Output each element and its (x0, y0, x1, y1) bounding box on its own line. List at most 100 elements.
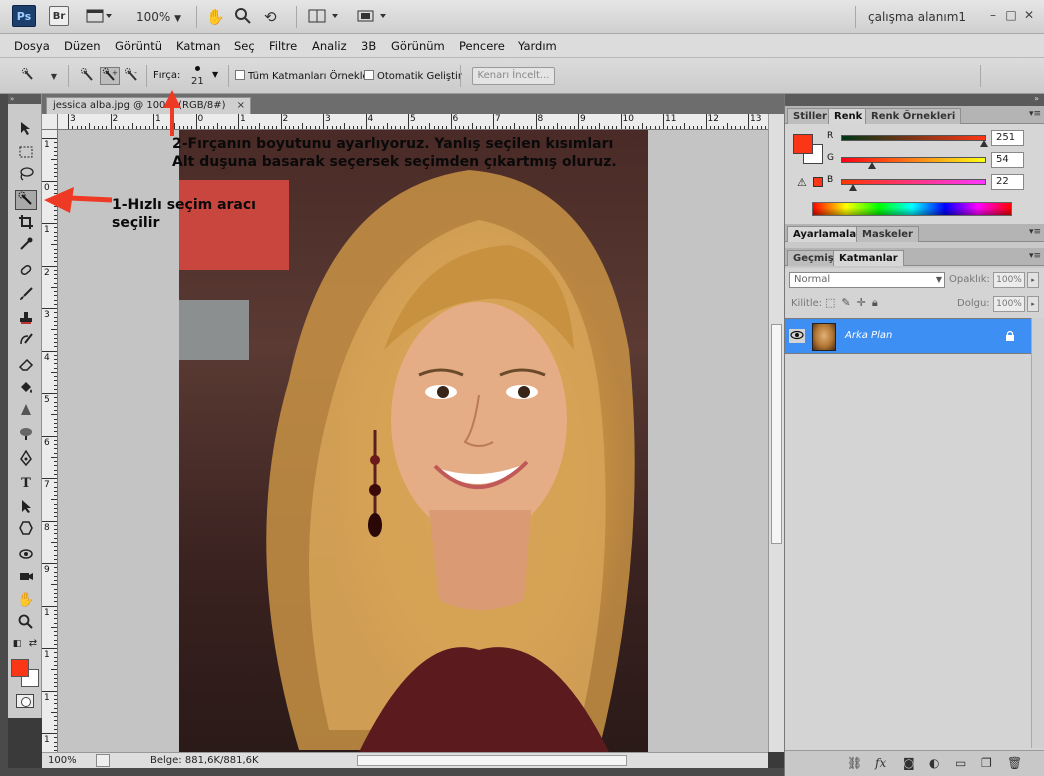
brush-tool-icon[interactable] (15, 286, 37, 306)
preset-arrow-icon[interactable]: ▼ (44, 67, 64, 85)
ruler-origin[interactable] (42, 114, 58, 130)
lock-image-icon[interactable]: ✎ (841, 296, 856, 309)
screen-mode-icon[interactable] (86, 8, 112, 26)
tab-gecmis[interactable]: Geçmiş (787, 250, 840, 266)
dock-collapse-icon[interactable]: » (1034, 94, 1039, 103)
tab-katmanlar[interactable]: Katmanlar (833, 250, 904, 266)
swap-colors-icon[interactable]: ⇄ (26, 638, 40, 650)
sample-all-layers-checkbox[interactable]: Tüm Katmanları Örnekle (235, 70, 369, 82)
opacity-slider-icon[interactable]: ▸ (1027, 272, 1039, 288)
gamut-color-swatch[interactable] (813, 177, 823, 187)
new-selection-icon[interactable] (78, 67, 98, 85)
menu-katman[interactable]: Katman (176, 39, 220, 53)
layer-name[interactable]: Arka Plan (845, 330, 892, 341)
type-tool-icon[interactable]: T (15, 474, 37, 494)
add-to-selection-icon[interactable]: + (100, 67, 120, 85)
red-slider-thumb[interactable] (979, 140, 988, 147)
out-of-gamut-warning-icon[interactable]: ⚠ (797, 176, 807, 189)
brush-picker[interactable]: 21 (190, 66, 208, 88)
opacity-input[interactable]: 100% (993, 272, 1025, 288)
red-value-input[interactable]: 251 (991, 130, 1024, 146)
status-info-icon[interactable] (96, 754, 110, 767)
hand-tool-icon[interactable]: ✋ (15, 590, 37, 610)
rotate-view-icon[interactable]: ⟲ (264, 8, 277, 26)
adjustment-layer-icon[interactable]: ◐ (929, 756, 939, 770)
menu-yardim[interactable]: Yardım (518, 39, 557, 53)
eraser-tool-icon[interactable] (15, 356, 37, 376)
path-selection-tool-icon[interactable] (15, 498, 37, 518)
vertical-ruler[interactable]: 101234567891111 (42, 130, 58, 752)
fill-input[interactable]: 100% (993, 296, 1025, 312)
red-slider-track[interactable] (841, 135, 986, 141)
zoom-tool-icon[interactable] (15, 614, 37, 634)
menu-gorunum[interactable]: Görünüm (391, 39, 445, 53)
lock-position-icon[interactable]: ✛ (857, 296, 872, 309)
green-value-input[interactable]: 54 (991, 152, 1024, 168)
vertical-scrollbar-thumb[interactable] (771, 324, 782, 544)
clone-stamp-tool-icon[interactable] (15, 310, 37, 330)
blue-slider-thumb[interactable] (849, 184, 858, 191)
menu-analiz[interactable]: Analiz (312, 39, 347, 53)
menu-goruntu[interactable]: Görüntü (115, 39, 162, 53)
workspace-switcher[interactable]: çalışma alanım1 (868, 8, 966, 26)
green-slider-track[interactable] (841, 157, 986, 163)
layer-row[interactable]: Arka Plan (785, 318, 1031, 354)
add-mask-icon[interactable]: ◙ (903, 756, 915, 770)
new-group-icon[interactable]: ▭ (955, 756, 966, 770)
auto-enhance-checkbox[interactable]: Otomatik Geliştir (364, 70, 462, 82)
eye-icon[interactable] (789, 329, 805, 343)
foreground-color-swatch[interactable] (11, 659, 29, 677)
blur-tool-icon[interactable] (15, 402, 37, 422)
hand-icon[interactable]: ✋ (206, 8, 225, 26)
default-colors-icon[interactable]: ◧ (10, 638, 24, 650)
zoom-icon[interactable] (235, 8, 251, 26)
vertical-scrollbar[interactable] (768, 114, 784, 752)
menu-dosya[interactable]: Dosya (14, 39, 50, 53)
delete-layer-icon[interactable]: 🗑︎ (1007, 756, 1022, 770)
menu-sec[interactable]: Seç (234, 39, 255, 53)
maximize-button[interactable]: □ (1002, 8, 1020, 22)
blue-value-input[interactable]: 22 (991, 174, 1024, 190)
tool-preset-picker[interactable] (20, 67, 40, 85)
close-icon[interactable]: × (237, 98, 245, 113)
pen-tool-icon[interactable] (15, 449, 37, 470)
panel-menu-icon[interactable]: ▾≡ (1029, 109, 1041, 119)
menu-3b[interactable]: 3B (361, 39, 376, 53)
lock-all-icon[interactable]: 🔒︎ (872, 296, 884, 309)
menu-pencere[interactable]: Pencere (459, 39, 505, 53)
color-spectrum-bar[interactable] (812, 202, 1012, 216)
lock-transparent-icon[interactable]: ⬚ (825, 296, 841, 309)
tab-renk-ornekleri[interactable]: Renk Örnekleri (865, 108, 962, 124)
history-brush-tool-icon[interactable] (15, 332, 37, 352)
quick-selection-tool-icon[interactable] (15, 190, 37, 210)
blue-slider-track[interactable] (841, 179, 986, 185)
3d-rotate-tool-icon[interactable] (15, 546, 37, 566)
menu-filtre[interactable]: Filtre (269, 39, 297, 53)
arrange-documents-icon[interactable] (308, 8, 342, 26)
fill-slider-icon[interactable]: ▸ (1027, 296, 1039, 312)
eyedropper-tool-icon[interactable] (15, 236, 37, 256)
panel-dock-header[interactable]: » (785, 94, 1044, 106)
paint-bucket-tool-icon[interactable] (15, 380, 37, 400)
move-tool-icon[interactable] (15, 120, 37, 140)
panel-foreground-swatch[interactable] (793, 134, 813, 154)
panel-menu-icon[interactable]: ▾≡ (1029, 227, 1041, 237)
zoom-level-select[interactable]: 100% ▼ (136, 8, 181, 26)
layer-style-icon[interactable]: fx (875, 756, 886, 770)
horizontal-scrollbar-thumb[interactable] (357, 755, 627, 766)
tab-stiller[interactable]: Stiller (787, 108, 833, 124)
dodge-tool-icon[interactable] (15, 424, 37, 444)
document-tab[interactable]: jessica alba.jpg @ 100% (RGB/8#) × (46, 97, 251, 114)
new-layer-icon[interactable]: ❐ (981, 756, 992, 770)
3d-camera-tool-icon[interactable] (15, 568, 37, 588)
green-slider-thumb[interactable] (867, 162, 876, 169)
minimize-button[interactable]: – (984, 8, 1002, 22)
layers-scrollbar[interactable] (1031, 318, 1044, 748)
lasso-tool-icon[interactable] (15, 166, 37, 186)
crop-tool-icon[interactable] (15, 214, 37, 234)
blend-mode-select[interactable]: Normal ▼ (789, 272, 945, 288)
panel-menu-icon[interactable]: ▾≡ (1029, 251, 1041, 261)
tab-maskeler[interactable]: Maskeler (856, 226, 919, 242)
toolbox-collapse-icon[interactable]: » (8, 94, 41, 104)
tab-renk[interactable]: Renk (828, 108, 869, 124)
